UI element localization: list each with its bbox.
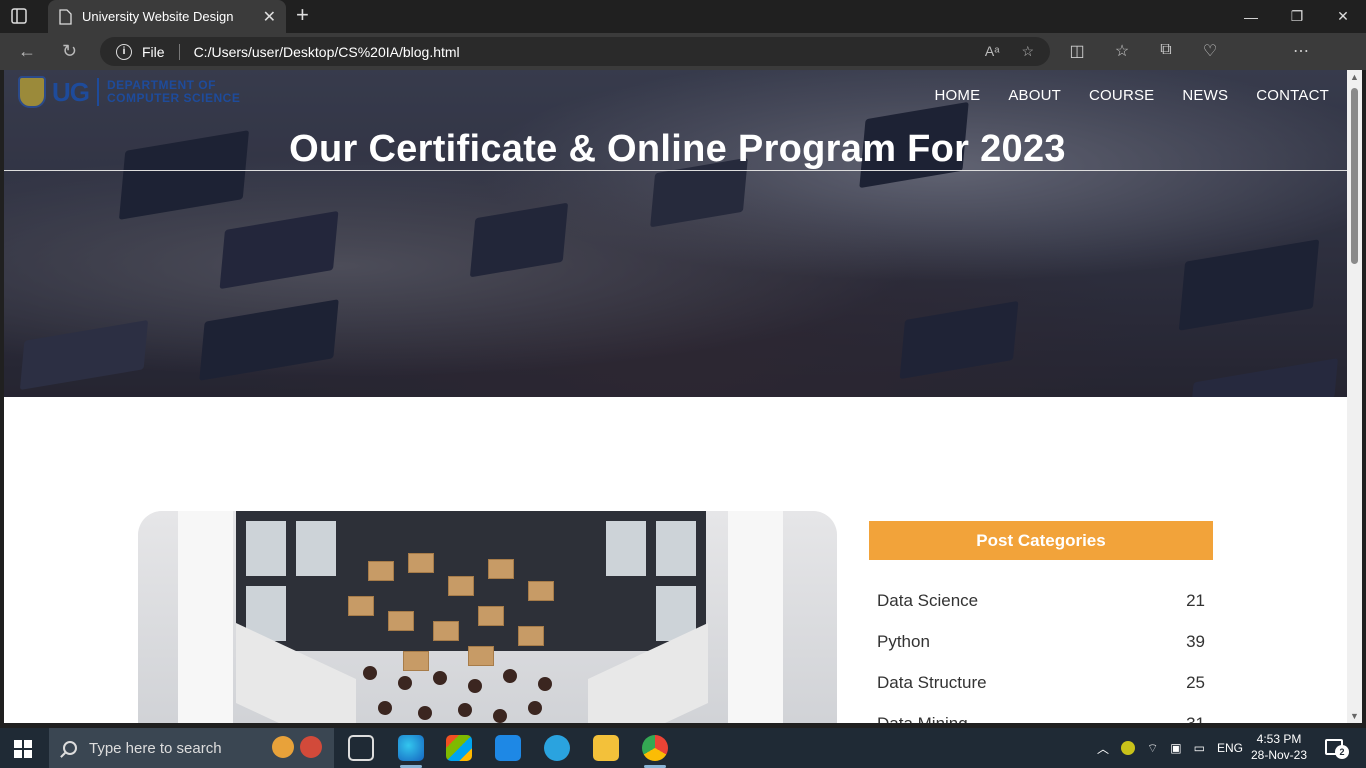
system-tray: ︿ ⌔ ▣ ▭ ENG <box>1097 728 1243 768</box>
windows-start-icon[interactable] <box>14 740 32 758</box>
more-menu-icon[interactable]: ⋯ <box>1290 41 1312 61</box>
file-explorer-icon[interactable] <box>593 735 619 761</box>
logo-text: UG <box>52 76 90 107</box>
category-item[interactable]: Data Structure 25 <box>869 662 1213 703</box>
nav-course[interactable]: COURSE <box>1089 87 1154 104</box>
wifi-icon[interactable]: ⌔ <box>1147 741 1158 756</box>
scroll-down-icon[interactable]: ▼ <box>1350 711 1359 721</box>
info-icon[interactable]: i <box>116 43 132 60</box>
category-count: 39 <box>1186 631 1205 651</box>
category-count: 21 <box>1186 590 1205 610</box>
mail-app-icon[interactable] <box>495 735 521 761</box>
sidebar-categories: Post Categories Data Science 21 Python 3… <box>869 521 1213 723</box>
page-icon <box>59 8 72 25</box>
notification-count: 2 <box>1335 745 1349 759</box>
browser-tab-bar: University Website Design ✕ + — ❐ ✕ <box>0 0 1366 33</box>
new-tab-button[interactable]: + <box>296 4 309 26</box>
nav-about[interactable]: ABOUT <box>1008 87 1061 104</box>
store-app-icon[interactable] <box>446 735 472 761</box>
chrome-app-icon[interactable] <box>642 735 668 768</box>
taskbar-search[interactable]: Type here to search <box>49 728 334 768</box>
hero-overlay <box>4 70 1347 397</box>
browser-tab-active[interactable]: University Website Design ✕ <box>48 0 286 33</box>
task-view-icon[interactable] <box>348 735 374 761</box>
hero-banner: UG DEPARTMENT OF COMPUTER SCIENCE HOME A… <box>4 70 1347 397</box>
edge-app-icon[interactable] <box>398 735 424 768</box>
url-text[interactable]: C:/Users/user/Desktop/CS%20IA/blog.html <box>194 44 460 60</box>
refresh-icon[interactable]: ↻ <box>62 41 77 61</box>
hero-title: Our Certificate & Online Program For 202… <box>289 128 1066 170</box>
favorite-star-icon[interactable]: ☆ <box>1021 43 1034 60</box>
page-viewport: UG DEPARTMENT OF COMPUTER SCIENCE HOME A… <box>4 70 1347 723</box>
url-separator <box>178 43 180 60</box>
page-scrollbar[interactable]: ▲ ▼ <box>1347 70 1362 723</box>
category-name: Data Mining <box>877 713 968 724</box>
main-nav: HOME ABOUT COURSE NEWS CONTACT <box>935 87 1329 104</box>
hero-divider <box>4 170 1347 171</box>
language-indicator[interactable]: ENG <box>1217 741 1243 755</box>
address-bar[interactable]: i File C:/Users/user/Desktop/CS%20IA/blo… <box>100 37 1050 66</box>
post-featured-image[interactable] <box>138 511 837 723</box>
telegram-app-icon[interactable] <box>544 735 570 761</box>
nav-home[interactable]: HOME <box>935 87 981 104</box>
nav-news[interactable]: NEWS <box>1182 87 1228 104</box>
category-item[interactable]: Data Mining 31 <box>869 703 1213 724</box>
clock-date: 28-Nov-23 <box>1250 748 1308 762</box>
clock-time: 4:53 PM <box>1256 732 1302 746</box>
logo-department: DEPARTMENT OF COMPUTER SCIENCE <box>107 79 240 105</box>
browser-essentials-icon[interactable]: ♡ <box>1199 41 1221 61</box>
search-icon <box>63 741 77 755</box>
notification-center-icon[interactable]: 2 <box>1325 739 1349 759</box>
tab-title: University Website Design <box>82 9 234 24</box>
meet-icon[interactable]: ▣ <box>1170 741 1181 755</box>
crest-icon <box>18 76 46 108</box>
favorites-icon[interactable]: ☆ <box>1111 41 1133 61</box>
minimize-icon[interactable]: — <box>1228 0 1274 33</box>
tab-close-icon[interactable]: ✕ <box>263 7 276 27</box>
scroll-up-icon[interactable]: ▲ <box>1350 72 1359 82</box>
tray-app-icon[interactable] <box>1121 741 1136 755</box>
category-count: 31 <box>1186 713 1205 724</box>
category-name: Data Science <box>877 590 979 610</box>
site-logo[interactable]: UG DEPARTMENT OF COMPUTER SCIENCE <box>18 76 240 108</box>
category-item[interactable]: Data Science 21 <box>869 580 1213 621</box>
category-name: Python <box>877 631 930 651</box>
category-item[interactable]: Python 39 <box>869 621 1213 662</box>
window-close-icon[interactable]: ✕ <box>1320 0 1366 33</box>
search-highlights-icon <box>272 736 322 758</box>
scrollbar-thumb[interactable] <box>1351 88 1358 264</box>
battery-icon[interactable]: ▭ <box>1194 741 1205 755</box>
read-aloud-icon[interactable]: A͏ᵃ <box>985 43 1000 60</box>
back-icon[interactable]: ← <box>18 41 36 61</box>
categories-header: Post Categories <box>869 521 1213 560</box>
tab-actions-icon[interactable] <box>10 7 38 27</box>
logo-dept-line2: COMPUTER SCIENCE <box>107 91 241 105</box>
tray-overflow-icon[interactable]: ︿ <box>1097 740 1109 757</box>
logo-divider <box>97 78 99 106</box>
collections-icon[interactable]: ⧉ <box>1155 41 1177 59</box>
search-placeholder: Type here to search <box>89 739 222 757</box>
category-name: Data Structure <box>877 672 987 692</box>
restore-icon[interactable]: ❐ <box>1274 0 1320 33</box>
split-screen-icon[interactable]: ◫ <box>1066 41 1088 61</box>
address-toolbar: ← ↻ i File C:/Users/user/Desktop/CS%20IA… <box>0 33 1366 96</box>
category-count: 25 <box>1186 672 1205 692</box>
url-scheme-label: File <box>142 43 165 60</box>
nav-contact[interactable]: CONTACT <box>1256 87 1329 104</box>
taskbar-clock[interactable]: 4:53 PM 28-Nov-23 <box>1246 731 1312 763</box>
windows-taskbar: Type here to search ︿ ⌔ ▣ ▭ ENG 4:53 PM … <box>0 728 1366 768</box>
